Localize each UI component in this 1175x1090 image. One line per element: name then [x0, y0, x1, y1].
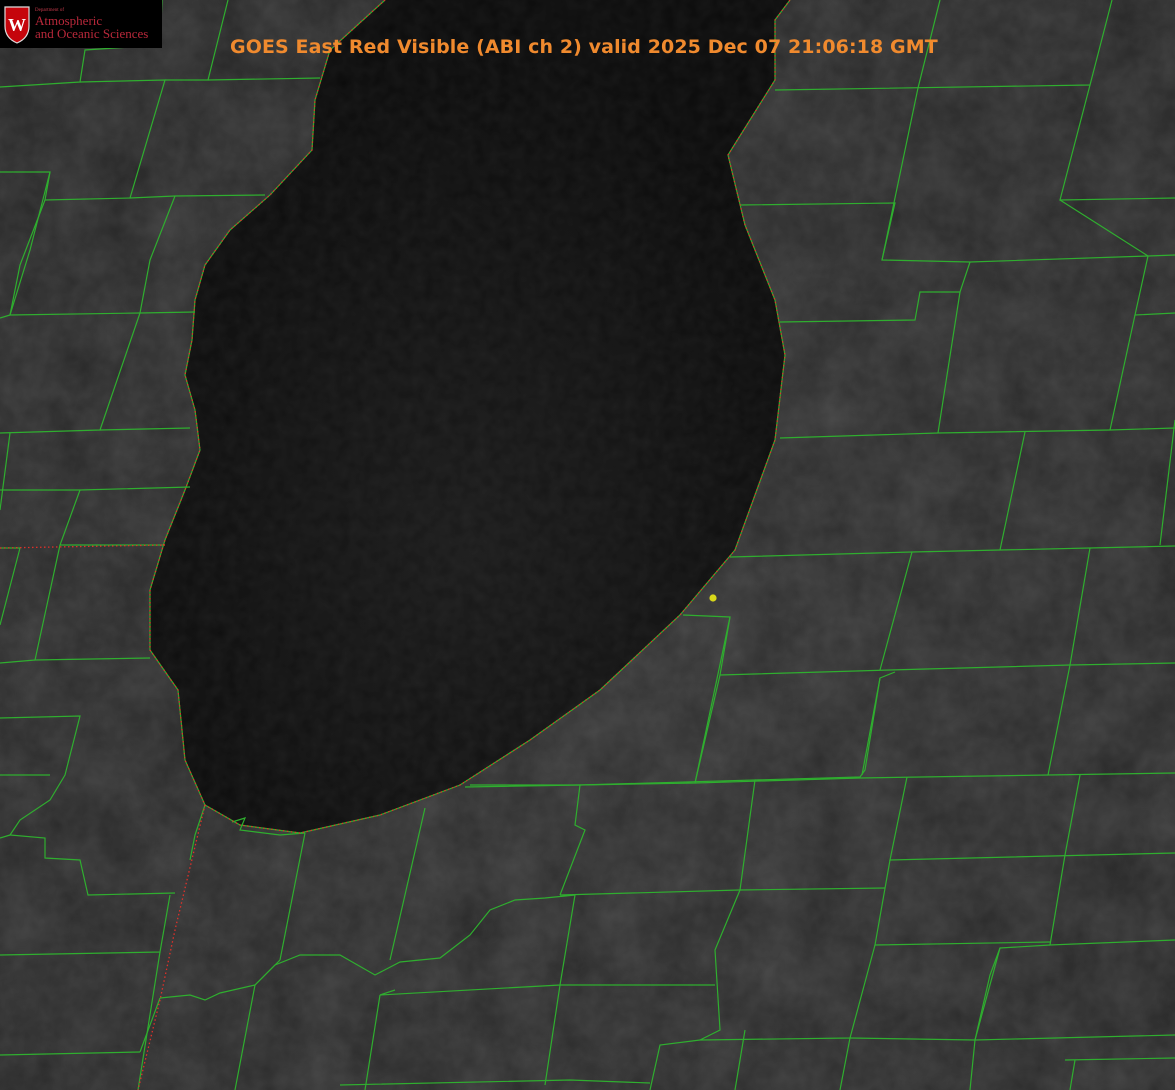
uw-aos-logo: W Department of Atmospheric and Oceanic …	[0, 0, 162, 48]
image-title: GOES East Red Visible (ABI ch 2) valid 2…	[230, 36, 938, 58]
satellite-image-viewer: W Department of Atmospheric and Oceanic …	[0, 0, 1175, 1090]
logo-line-2: and Oceanic Sciences	[35, 26, 149, 41]
yellow-dot-icon	[709, 594, 717, 602]
satellite-map	[0, 0, 1175, 1090]
uw-shield-icon: W	[3, 4, 31, 44]
logo-text: Department of Atmospheric and Oceanic Sc…	[35, 8, 148, 40]
svg-text:W: W	[8, 15, 26, 35]
